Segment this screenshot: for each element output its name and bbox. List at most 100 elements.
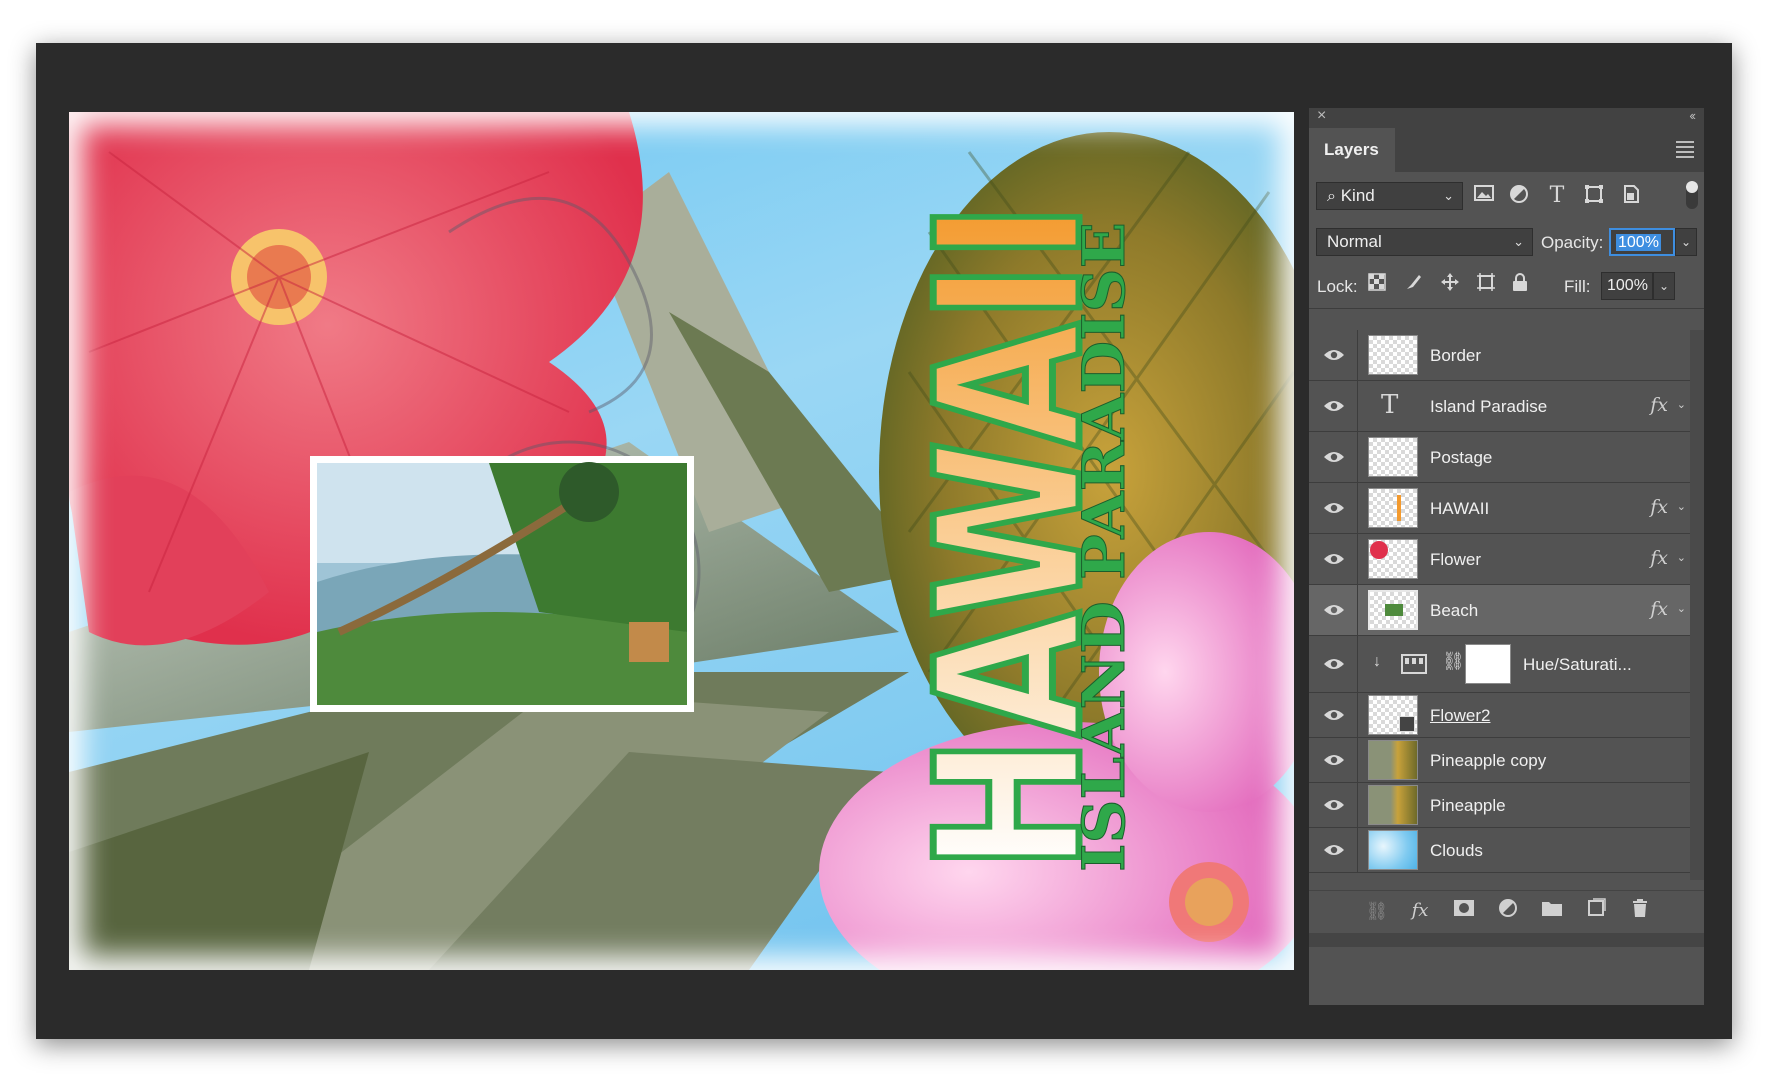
link-chain-icon[interactable]: ⛓ [1442, 651, 1465, 672]
eye-icon[interactable] [1323, 501, 1345, 515]
layer-row-flower[interactable]: Flower fx ⌄ [1309, 534, 1690, 585]
smart-object-filter-icon[interactable] [1619, 184, 1643, 208]
layer-row-pineapple-copy[interactable]: Pineapple copy [1309, 738, 1690, 783]
layer-row-pineapple[interactable]: Pineapple [1309, 783, 1690, 828]
fill-value: 100% [1607, 277, 1648, 294]
lock-image-pixels-icon[interactable] [1401, 272, 1427, 298]
blend-mode-value: Normal [1327, 232, 1382, 251]
layer-row-island-paradise[interactable]: T Island Paradise fx ⌄ [1309, 381, 1690, 432]
chevron-down-icon[interactable]: ⌄ [1677, 602, 1686, 615]
link-layers-icon[interactable]: ⛓ [1364, 898, 1390, 924]
layer-row-clouds[interactable]: Clouds [1309, 828, 1690, 873]
chevron-down-icon[interactable]: ⌄ [1677, 551, 1686, 564]
layer-name: Flower2 [1430, 706, 1491, 725]
beach-photo [310, 456, 694, 712]
layer-row-beach[interactable]: Beach fx ⌄ [1309, 585, 1690, 636]
opacity-dropdown[interactable]: ⌄ [1675, 228, 1697, 256]
add-layer-style-icon[interactable]: fx [1407, 898, 1433, 924]
collapse-panel-icon[interactable]: ‹‹ [1689, 108, 1696, 123]
layer-row-flower2[interactable]: Flower2 [1309, 693, 1690, 738]
chevron-down-icon: ⌄ [1513, 234, 1524, 249]
new-group-folder-icon[interactable] [1539, 898, 1565, 924]
layers-bottom-toolbar: ⛓ fx [1309, 890, 1704, 933]
filter-kind-select[interactable]: ⌕ Kind ⌄ [1316, 182, 1463, 210]
panel-tabs: Layers [1309, 128, 1704, 172]
layers-scrollbar[interactable] [1690, 330, 1704, 880]
delete-layer-trash-icon[interactable] [1627, 898, 1653, 924]
image-filter-icon[interactable] [1472, 184, 1496, 208]
layer-name: Hue/Saturati... [1523, 655, 1632, 674]
close-panel-icon[interactable]: × [1317, 107, 1326, 125]
lock-label: Lock: [1317, 277, 1358, 296]
panel-topbar: × ‹‹ [1309, 107, 1704, 128]
lock-transparent-pixels-icon[interactable] [1364, 272, 1390, 298]
layer-name: Beach [1430, 601, 1479, 620]
lock-artboard-icon[interactable] [1473, 272, 1499, 298]
shape-filter-icon[interactable] [1582, 184, 1606, 208]
layers-panel: × ‹‹ Layers ⌕ Kind ⌄ T Normal ⌄ Opacity:… [1309, 107, 1704, 1005]
type-filter-icon[interactable]: T [1545, 184, 1569, 208]
new-layer-icon[interactable] [1583, 898, 1609, 924]
panel-menu-icon[interactable] [1676, 141, 1694, 161]
add-mask-icon[interactable] [1451, 898, 1477, 924]
opacity-label: Opacity: [1541, 233, 1604, 252]
smart-object-badge-icon [1399, 716, 1415, 732]
fx-icon[interactable]: fx [1650, 598, 1668, 620]
eye-icon[interactable] [1323, 843, 1345, 857]
layer-thumbnail [1368, 539, 1418, 579]
hue-saturation-icon [1401, 654, 1427, 674]
layer-name: Postage [1430, 448, 1493, 467]
layer-mask-thumbnail[interactable] [1465, 644, 1511, 684]
layer-name: Pineapple copy [1430, 751, 1547, 770]
fill-input[interactable]: 100% [1601, 272, 1653, 300]
layer-row-hawaii[interactable]: HAWAII fx ⌄ [1309, 483, 1690, 534]
layer-name: Clouds [1430, 841, 1483, 860]
eye-icon[interactable] [1323, 753, 1345, 767]
eye-icon[interactable] [1323, 348, 1345, 362]
island-paradise-subtitle: ISLAND PARADISE [1070, 222, 1138, 872]
fill-dropdown[interactable]: ⌄ [1653, 272, 1675, 300]
opacity-value: 100% [1616, 234, 1661, 251]
blend-row: Normal ⌄ Opacity: 100% ⌄ [1309, 218, 1704, 262]
eye-icon[interactable] [1323, 552, 1345, 566]
layer-thumbnail [1368, 740, 1418, 780]
eye-icon[interactable] [1323, 399, 1345, 413]
document-canvas[interactable]: HAWAII ISLAND PARADISE [69, 112, 1294, 970]
layer-row-hue-saturation[interactable]: ↓ ⛓ Hue/Saturati... [1309, 636, 1690, 693]
blend-mode-select[interactable]: Normal ⌄ [1316, 228, 1533, 256]
fill-label: Fill: [1564, 277, 1591, 296]
chevron-down-icon[interactable]: ⌄ [1677, 398, 1686, 411]
layer-name: HAWAII [1430, 499, 1490, 518]
eye-icon[interactable] [1323, 603, 1345, 617]
layer-name: Island Paradise [1430, 397, 1548, 416]
adjustment-filter-icon[interactable] [1507, 184, 1531, 208]
layer-row-border[interactable]: Border [1309, 330, 1690, 381]
fx-icon[interactable]: fx [1650, 496, 1668, 518]
clipping-mask-icon: ↓ [1373, 653, 1381, 670]
layer-thumbnail [1368, 830, 1418, 870]
type-layer-icon: T [1381, 390, 1399, 420]
layer-thumbnail [1368, 785, 1418, 825]
eye-icon[interactable] [1323, 708, 1345, 722]
layer-row-postage[interactable]: Postage [1309, 432, 1690, 483]
chevron-down-icon[interactable]: ⌄ [1677, 500, 1686, 513]
tab-layers[interactable]: Layers [1309, 128, 1395, 172]
artwork-illustration: HAWAII ISLAND PARADISE [69, 112, 1294, 970]
chevron-down-icon: ⌄ [1443, 188, 1454, 203]
panel-resize-grip[interactable] [1309, 933, 1704, 947]
eye-icon[interactable] [1323, 657, 1345, 671]
lock-all-icon[interactable] [1507, 272, 1533, 298]
layer-name: Pineapple [1430, 796, 1506, 815]
filter-toggle[interactable] [1686, 181, 1698, 209]
new-adjustment-layer-icon[interactable] [1495, 898, 1521, 924]
layers-list: Border T Island Paradise fx ⌄ Postage HA… [1309, 330, 1690, 873]
eye-icon[interactable] [1323, 450, 1345, 464]
lock-position-icon[interactable] [1437, 272, 1463, 298]
layer-thumbnail [1368, 437, 1418, 477]
eye-icon[interactable] [1323, 798, 1345, 812]
layer-name: Flower [1430, 550, 1482, 569]
opacity-input[interactable]: 100% [1609, 228, 1675, 256]
layer-thumbnail [1368, 590, 1418, 630]
fx-icon[interactable]: fx [1650, 394, 1668, 416]
fx-icon[interactable]: fx [1650, 547, 1668, 569]
